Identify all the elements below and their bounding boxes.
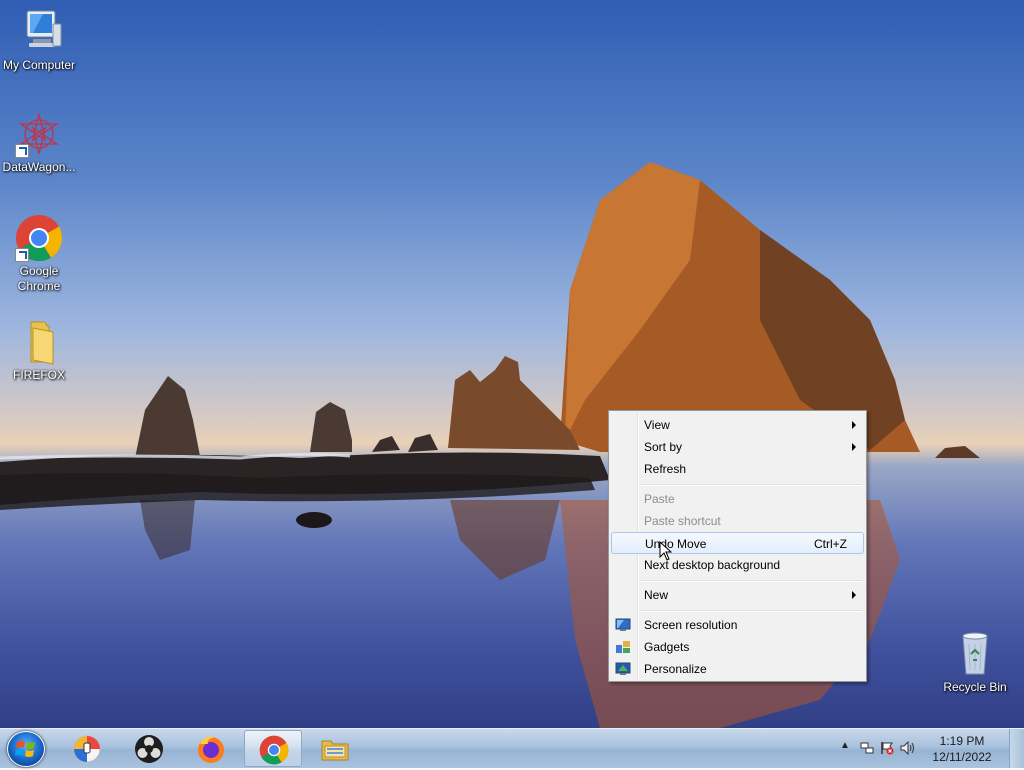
personalize-icon: [615, 661, 631, 677]
menu-separator: [641, 484, 862, 486]
folder-icon: [15, 318, 63, 366]
desktop-icon-label: FIREFOX: [12, 368, 65, 382]
obs-icon: [135, 735, 163, 763]
taskbar-app-proxy[interactable]: [58, 730, 116, 767]
menu-item-label: Sort by: [644, 440, 683, 454]
menu-item-refresh[interactable]: Refresh: [611, 458, 864, 480]
datawagon-icon: [15, 110, 63, 158]
menu-item-label: Gadgets: [644, 640, 690, 654]
taskbar: ▲ 1:19 PM 12/11/2022: [0, 728, 1024, 768]
menu-item-paste[interactable]: Paste: [611, 488, 864, 510]
menu-item-shortcut: Ctrl+Z: [814, 537, 847, 551]
taskbar-app-file-explorer[interactable]: [306, 730, 364, 767]
shortcut-arrow-icon: [15, 144, 29, 158]
chrome-icon: [259, 735, 289, 765]
file-explorer-icon: [321, 740, 349, 761]
volume-icon[interactable]: [900, 740, 916, 758]
mouse-cursor-icon: [659, 540, 673, 564]
menu-item-new[interactable]: New: [611, 584, 864, 606]
menu-item-personalize[interactable]: Personalize: [611, 658, 864, 680]
submenu-arrow-icon: [852, 591, 856, 599]
taskbar-app-firefox[interactable]: [182, 730, 240, 767]
computer-icon: [15, 8, 63, 56]
desktop-icon-datawagon[interactable]: DataWagon...: [0, 110, 78, 175]
menu-item-label: New: [644, 588, 669, 602]
menu-item-sort-by[interactable]: Sort by: [611, 436, 864, 458]
clock-date: 12/11/2022: [932, 750, 992, 764]
action-center-flag-icon[interactable]: [880, 741, 894, 758]
desktop-icon-recycle-bin[interactable]: Recycle Bin: [936, 630, 1014, 695]
desktop-icon-label: Recycle Bin: [943, 680, 1007, 694]
menu-item-label: Paste shortcut: [644, 514, 721, 528]
start-button[interactable]: [7, 731, 45, 767]
taskbar-app-obs[interactable]: [120, 730, 178, 767]
desktop-icon-label: DataWagon...: [2, 160, 76, 174]
windows-logo-icon: [15, 741, 35, 757]
desktop-wallpaper[interactable]: [0, 0, 1024, 728]
desktop-icon-label: Google Chrome: [17, 264, 61, 293]
submenu-arrow-icon: [852, 421, 856, 429]
network-icon[interactable]: [860, 741, 874, 758]
recycle-bin-icon: [951, 630, 999, 678]
system-tray: ▲ 1:19 PM 12/11/2022: [834, 729, 1024, 769]
show-hidden-icons-icon[interactable]: ▲: [840, 740, 850, 751]
chrome-icon: [15, 214, 63, 262]
menu-separator: [641, 580, 862, 582]
menu-item-next-desktop-background[interactable]: Next desktop background: [611, 554, 864, 576]
taskbar-app-chrome[interactable]: [244, 730, 302, 767]
screen-resolution-icon: [615, 617, 631, 633]
menu-item-label: Paste: [644, 492, 675, 506]
clock-time: 1:19 PM: [939, 734, 985, 748]
menu-item-screen-resolution[interactable]: Screen resolution: [611, 614, 864, 636]
gadgets-icon: [615, 639, 631, 655]
menu-item-label: View: [644, 418, 670, 432]
proxy-app-icon: [73, 735, 101, 763]
menu-item-label: Undo Move: [645, 537, 707, 551]
menu-item-view[interactable]: View: [611, 414, 864, 436]
menu-item-label: Screen resolution: [644, 618, 738, 632]
menu-separator: [641, 610, 862, 612]
desktop-icon-firefox-folder[interactable]: FIREFOX: [0, 318, 78, 383]
desktop-icon-label: My Computer: [2, 58, 76, 72]
submenu-arrow-icon: [852, 443, 856, 451]
desktop-context-menu: View Sort by Refresh Paste Paste shortcu…: [608, 410, 867, 682]
wallpaper-scene: [0, 162, 980, 728]
menu-item-label: Personalize: [644, 662, 707, 676]
taskbar-clock[interactable]: 1:19 PM 12/11/2022: [922, 733, 1002, 765]
menu-item-label: Refresh: [644, 462, 687, 476]
shortcut-arrow-icon: [15, 248, 29, 262]
menu-item-undo-move[interactable]: Undo Move Ctrl+Z: [611, 532, 864, 554]
menu-item-paste-shortcut[interactable]: Paste shortcut: [611, 510, 864, 532]
desktop-icon-my-computer[interactable]: My Computer: [0, 8, 78, 73]
menu-item-gadgets[interactable]: Gadgets: [611, 636, 864, 658]
show-desktop-button[interactable]: [1009, 729, 1024, 768]
firefox-icon: [198, 736, 224, 763]
desktop-icon-google-chrome[interactable]: Google Chrome: [0, 214, 78, 294]
